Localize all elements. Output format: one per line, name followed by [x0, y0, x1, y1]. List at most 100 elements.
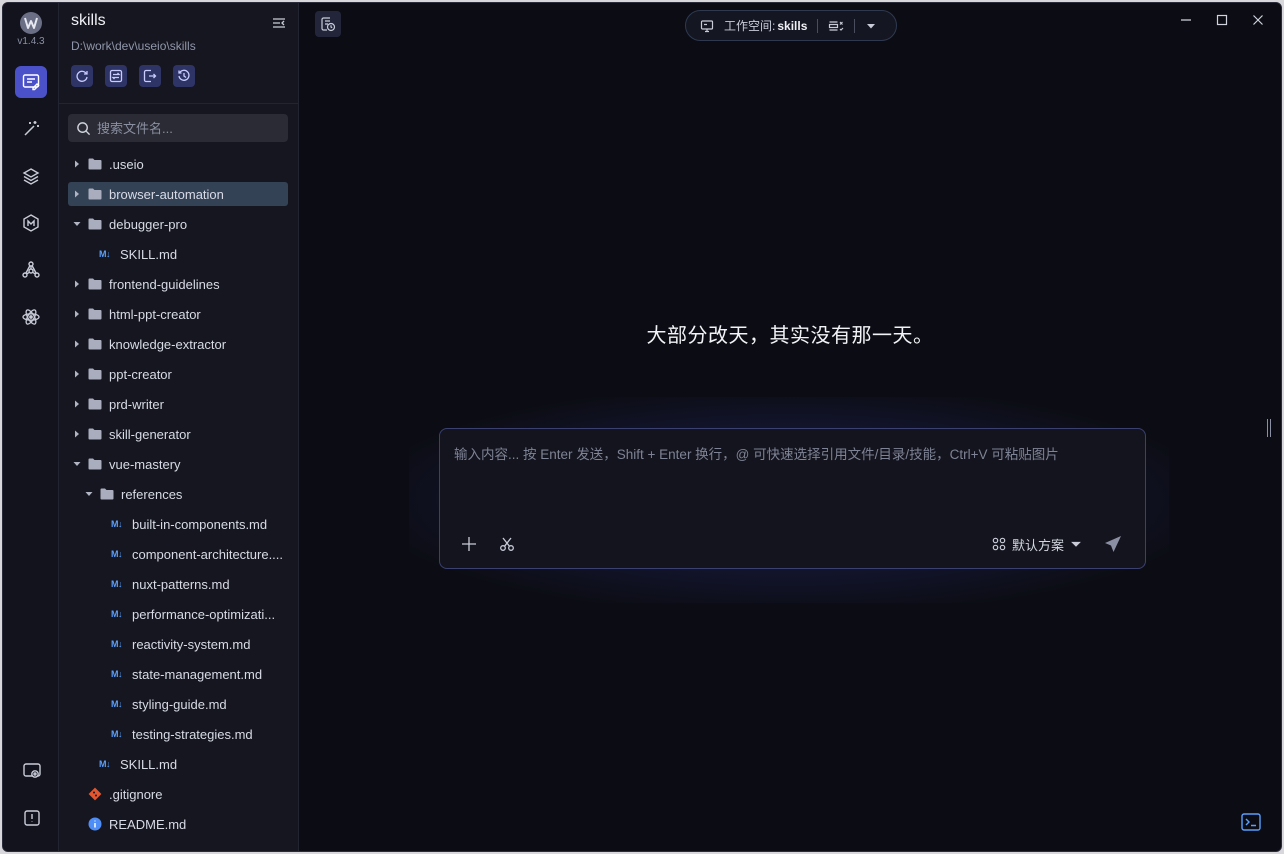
sidebar-divider	[59, 103, 299, 104]
plan-selector[interactable]: 默认方案	[992, 533, 1089, 555]
tree-folder[interactable]: knowledge-extractor	[59, 329, 299, 359]
minimize-icon	[1181, 19, 1191, 21]
minimize-button[interactable]	[1177, 11, 1195, 29]
tree-file[interactable]: M↓ testing-strategies.md	[59, 719, 299, 749]
tree-item-label: references	[121, 486, 183, 502]
session-history-button[interactable]	[315, 11, 341, 37]
tree-file[interactable]: README.md	[59, 809, 299, 839]
caret-down-icon[interactable]	[71, 218, 83, 230]
message-input[interactable]	[454, 443, 1134, 503]
tree-folder[interactable]: frontend-guidelines	[59, 269, 299, 299]
export-button[interactable]	[139, 65, 161, 87]
tree-file[interactable]: M↓ component-architecture....	[59, 539, 299, 569]
git-icon	[87, 787, 103, 801]
atom-nav-button[interactable]	[15, 301, 47, 333]
markdown-icon: M↓	[111, 549, 123, 559]
tree-file[interactable]: M↓ performance-optimizati...	[59, 599, 299, 629]
tree-file[interactable]: M↓ styling-guide.md	[59, 689, 299, 719]
history-button[interactable]	[173, 65, 195, 87]
workspace-separator-2	[854, 18, 856, 33]
tree-folder[interactable]: html-ppt-creator	[59, 299, 299, 329]
markdown-icon: M↓	[99, 249, 111, 259]
tree-file[interactable]: .gitignore	[59, 779, 299, 809]
collapse-sidebar-icon[interactable]	[271, 15, 287, 31]
close-button[interactable]	[1249, 11, 1267, 29]
tree-item-label: state-management.md	[132, 666, 263, 682]
tree-item-label: styling-guide.md	[132, 696, 227, 712]
tree-folder[interactable]: prd-writer	[59, 389, 299, 419]
tree-item-label: .gitignore	[109, 786, 163, 802]
tree-folder[interactable]: references	[59, 479, 299, 509]
markdown-icon: M↓	[111, 609, 123, 619]
info-nav-button[interactable]	[21, 807, 43, 829]
tree-item-label: README.md	[109, 816, 187, 832]
caret-down-icon[interactable]	[83, 488, 95, 500]
panel-resize-handle[interactable]	[1267, 419, 1273, 437]
cut-button[interactable]	[496, 533, 518, 555]
tree-file[interactable]: M↓ built-in-components.md	[59, 509, 299, 539]
file-search	[68, 114, 288, 142]
chat-nav-button[interactable]	[15, 66, 47, 98]
tree-file[interactable]: M↓ state-management.md	[59, 659, 299, 689]
tree-folder[interactable]: ppt-creator	[59, 359, 299, 389]
network-nodes-icon	[22, 261, 40, 278]
search-input[interactable]	[97, 120, 277, 136]
tree-item-label: browser-automation	[109, 186, 224, 202]
chat-edit-icon	[22, 74, 40, 91]
workspace-selector[interactable]: 工作空间: skills	[685, 10, 897, 41]
scissors-icon	[500, 537, 514, 551]
tree-item-label: vue-mastery	[109, 456, 181, 472]
tree-item-label: html-ppt-creator	[109, 306, 201, 322]
tree-item-label: built-in-components.md	[132, 516, 268, 532]
tree-folder[interactable]: .useio	[59, 149, 299, 179]
network-nav-button[interactable]	[15, 254, 47, 286]
markdown-icon: M↓	[111, 639, 123, 649]
magic-nav-button[interactable]	[15, 113, 47, 145]
folder-icon	[87, 217, 103, 231]
monitor-icon	[700, 19, 714, 32]
tree-file[interactable]: M↓ SKILL.md	[59, 239, 299, 269]
tree-item-label: SKILL.md	[120, 246, 178, 262]
caret-right-icon[interactable]	[71, 278, 83, 290]
tree-item-label: ppt-creator	[109, 366, 172, 382]
add-attachment-button[interactable]	[458, 533, 480, 555]
caret-down-icon[interactable]	[71, 458, 83, 470]
tree-file[interactable]: M↓ SKILL.md	[59, 749, 299, 779]
caret-right-icon[interactable]	[71, 338, 83, 350]
tree-item-label: .useio	[109, 156, 144, 172]
tree-folder[interactable]: browser-automation	[59, 179, 299, 209]
settings-nav-button[interactable]	[21, 760, 43, 782]
terminal-icon[interactable]	[1241, 813, 1261, 831]
workspace-switch-icon[interactable]	[828, 19, 844, 33]
send-button[interactable]	[1102, 533, 1124, 555]
caret-right-icon[interactable]	[71, 158, 83, 170]
refresh-button[interactable]	[71, 65, 93, 87]
model-nav-button[interactable]	[15, 207, 47, 239]
tree-folder[interactable]: debugger-pro	[59, 209, 299, 239]
tree-item-label: performance-optimizati...	[132, 606, 276, 622]
caret-right-icon[interactable]	[71, 188, 83, 200]
layers-nav-button[interactable]	[15, 160, 47, 192]
tree-item-label: nuxt-patterns.md	[132, 576, 230, 592]
workspace-label: 工作空间:	[724, 19, 776, 33]
app-logo-icon	[20, 12, 42, 34]
main-panel: 工作空间: skills 大部分改天，其实没有那一天。 输入内容... 按 En…	[299, 3, 1281, 851]
caret-right-icon[interactable]	[71, 428, 83, 440]
caret-right-icon[interactable]	[71, 398, 83, 410]
caret-right-icon[interactable]	[71, 308, 83, 320]
maximize-button[interactable]	[1213, 11, 1231, 29]
tree-file[interactable]: M↓ reactivity-system.md	[59, 629, 299, 659]
plan-label: 默认方案	[1012, 537, 1065, 553]
chevron-down-icon[interactable]	[865, 20, 877, 32]
markdown-icon: M↓	[111, 729, 123, 739]
message-composer: 默认方案	[439, 428, 1146, 569]
markdown-icon: M↓	[111, 519, 123, 529]
caret-right-icon[interactable]	[71, 368, 83, 380]
tree-folder[interactable]: skill-generator	[59, 419, 299, 449]
close-icon	[1253, 15, 1263, 25]
tree-item-label: testing-strategies.md	[132, 726, 253, 742]
switch-button[interactable]	[105, 65, 127, 87]
magic-wand-icon	[24, 121, 39, 136]
tree-file[interactable]: M↓ nuxt-patterns.md	[59, 569, 299, 599]
tree-folder[interactable]: vue-mastery	[59, 449, 299, 479]
